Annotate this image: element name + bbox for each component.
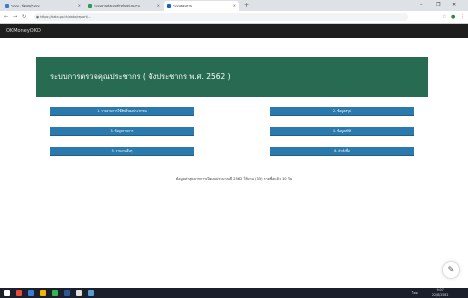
tab-favicon-icon xyxy=(167,4,171,8)
windows-taskbar: ไทย 9:07 22/8/2562 xyxy=(0,288,468,298)
menu-button-3[interactable]: 3. ข้อมูลรายการ xyxy=(50,127,194,136)
brand-logo[interactable]: OKMoneyOKD xyxy=(6,24,41,38)
close-window-button[interactable]: ✕ xyxy=(452,0,456,11)
page-title: ระบบการตรวจคุณประชากร ( จังประชากร พ.ศ. … xyxy=(50,72,231,81)
maximize-button[interactable]: ❐ xyxy=(436,0,440,11)
input-language[interactable]: ไทย xyxy=(412,288,418,298)
app-navbar: OKMoneyOKD xyxy=(0,24,468,38)
explorer-icon[interactable] xyxy=(76,290,82,296)
tab-label: ระบบสอบถาม xyxy=(173,4,193,8)
tab-label: ระบบ - ขัดเลย/ระบบ xyxy=(11,4,40,8)
menu-dots-icon[interactable]: ⋮ xyxy=(460,11,465,23)
menu-button-1[interactable]: 1. รายงานการใช้สิทธิ์ของประชาชน xyxy=(50,107,194,116)
new-tab-button[interactable]: + xyxy=(244,1,249,11)
word-icon[interactable] xyxy=(64,290,70,296)
menu-button-4[interactable]: 4. ข้อมูลสถิติ xyxy=(270,127,414,136)
tab-close-icon[interactable]: × xyxy=(78,1,81,11)
hero-banner: ระบบการตรวจคุณประชากร ( จังประชากร พ.ศ. … xyxy=(36,57,428,97)
menu-button-6[interactable]: 6. คำสั่งซื้อ xyxy=(270,147,414,156)
profile-avatar-icon[interactable]: ● xyxy=(451,11,455,23)
pencil-icon[interactable]: ✎ xyxy=(443,262,459,278)
browser-tab-strip: ระบบ - ขัดเลย/ระบบ × ระบบงานส่งแบบสำหรับ… xyxy=(0,0,468,11)
app-icon-yellow[interactable] xyxy=(40,290,46,296)
clock-date: 22/8/2562 xyxy=(432,293,449,297)
minimize-button[interactable]: – xyxy=(420,0,423,11)
back-arrow-icon[interactable]: ← xyxy=(4,11,8,23)
tab-close-icon[interactable]: × xyxy=(233,1,236,11)
browser-tab-1[interactable]: ระบบ - ขัดเลย/ระบบ × xyxy=(2,1,84,11)
browser-tab-2[interactable]: ระบบงานส่งแบบสำหรับหน่วยงาน × xyxy=(85,1,163,11)
app-icon-lightblue[interactable] xyxy=(88,290,94,296)
tab-favicon-icon xyxy=(5,4,9,8)
tab-favicon-icon xyxy=(88,4,92,8)
app-icon-red[interactable] xyxy=(16,290,22,296)
reload-icon[interactable]: ↻ xyxy=(22,11,26,23)
forward-arrow-icon[interactable]: → xyxy=(13,11,17,23)
lock-icon: ● xyxy=(36,15,40,19)
menu-button-5[interactable]: 5. รายงานอื่นๆ xyxy=(50,147,194,156)
browser-tab-3-active[interactable]: ระบบสอบถาม × xyxy=(164,1,239,11)
url-text: https://data.go.th/data/report/... xyxy=(40,15,91,19)
windows-start-icon[interactable] xyxy=(4,290,10,296)
star-icon[interactable]: ☆ xyxy=(442,11,446,23)
chrome-icon[interactable] xyxy=(52,290,58,296)
tab-label: ระบบงานส่งแบบสำหรับหน่วยงาน xyxy=(94,4,140,8)
info-text: ข้อมูลล่าสุดจากการเปิดงบประมาณปี 2562 ใช… xyxy=(175,177,293,181)
clock[interactable]: 9:07 22/8/2562 xyxy=(432,288,448,298)
app-icon-blue[interactable] xyxy=(28,290,34,296)
menu-button-2[interactable]: 2. ข้อมูลสรุป xyxy=(270,107,414,116)
browser-toolbar: ← → ↻ ● https://data.go.th/data/report/.… xyxy=(0,11,468,24)
tab-close-icon[interactable]: × xyxy=(157,1,160,11)
address-bar[interactable]: ● https://data.go.th/data/report/... xyxy=(34,13,408,21)
